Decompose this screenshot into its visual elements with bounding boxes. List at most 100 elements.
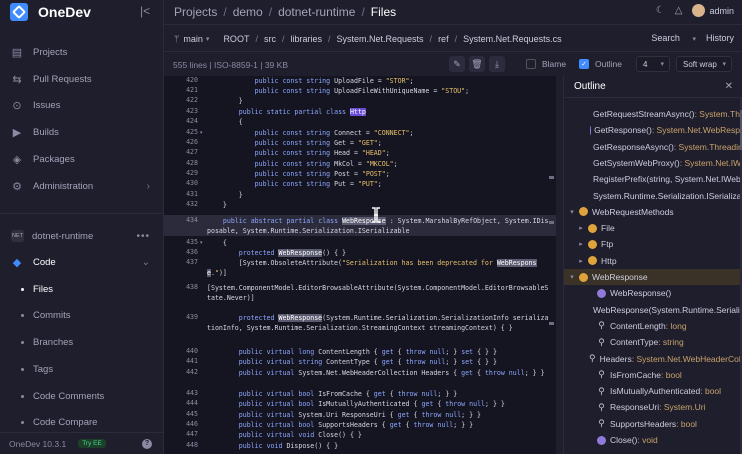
line-number[interactable]: 448 <box>164 441 198 449</box>
code-scrollbar[interactable] <box>548 76 556 454</box>
path-root[interactable]: ROOT <box>223 34 249 44</box>
line-number[interactable]: 425 <box>164 128 198 136</box>
line-number[interactable]: 423 <box>164 107 198 115</box>
twisty-icon[interactable]: ▸ <box>577 224 585 232</box>
line-number[interactable]: 446 <box>164 420 198 428</box>
line-number[interactable]: 429 <box>164 169 198 177</box>
line-number[interactable]: 426 <box>164 138 198 146</box>
sidebar-item-packages[interactable]: ◈ Packages <box>0 146 164 172</box>
sidebar-subitem-files[interactable]: Files <box>0 276 164 302</box>
line-number[interactable]: 431 <box>164 190 198 198</box>
fold-toggle-icon[interactable]: ▾ <box>200 240 203 246</box>
line-number[interactable]: 434 <box>164 216 198 224</box>
path-segment[interactable]: libraries <box>290 34 322 44</box>
blame-checkbox[interactable] <box>526 59 536 69</box>
outline-item[interactable]: ▾ WebResponse <box>564 269 740 285</box>
outline-item[interactable]: ▾ WebRequestMethods <box>564 204 740 220</box>
dark-mode-icon[interactable]: ☾ <box>656 5 665 16</box>
line-number[interactable]: 422 <box>164 96 198 104</box>
outline-item[interactable]: ⚲ Headers : System.Net.WebHeaderColl <box>564 351 740 367</box>
line-number[interactable]: 420 <box>164 76 198 84</box>
outline-item[interactable]: ⚲ IsFromCache : bool <box>564 367 740 383</box>
delete-icon[interactable]: 🗑 <box>469 56 485 72</box>
breadcrumb-projects[interactable]: Projects <box>174 5 217 19</box>
more-icon[interactable]: ••• <box>136 231 150 242</box>
code-viewer[interactable]: 420 public const string UploadFile = "ST… <box>164 76 556 454</box>
outline-item[interactable]: ▸ File <box>564 220 740 236</box>
sidebar-subitem-code-comments[interactable]: Code Comments <box>0 383 164 409</box>
outline-item[interactable]: Close() : void <box>564 432 740 448</box>
download-icon[interactable]: ⤓ <box>489 56 505 72</box>
sidebar-item-builds[interactable]: ▶ Builds <box>0 119 164 145</box>
line-number[interactable]: 436 <box>164 248 198 256</box>
sidebar-subitem-commits[interactable]: Commits <box>0 302 164 328</box>
line-number[interactable]: 438 <box>164 283 198 291</box>
twisty-icon[interactable]: ▸ <box>577 257 585 265</box>
sidebar-item-issues[interactable]: ⊙ Issues <box>0 92 164 118</box>
line-number[interactable]: 441 <box>164 357 198 365</box>
tab-size-select[interactable]: 4 ▾ <box>636 56 670 72</box>
twisty-icon[interactable]: ▸ <box>577 240 585 248</box>
sidebar-item-projects[interactable]: ▤ Projects <box>0 39 164 65</box>
line-number[interactable]: 444 <box>164 399 198 407</box>
path-segment[interactable]: System.Net.Requests <box>337 34 424 44</box>
sidebar-subitem-branches[interactable]: Branches <box>0 329 164 355</box>
help-icon[interactable]: ? <box>142 438 152 449</box>
breadcrumb-demo[interactable]: demo <box>233 5 263 19</box>
outline-item[interactable]: GetResponse() : System.Net.WebResp <box>564 122 740 138</box>
line-number[interactable]: 445 <box>164 410 198 418</box>
path-segment[interactable]: src <box>264 34 276 44</box>
twisty-icon[interactable]: ▾ <box>568 208 576 216</box>
line-number[interactable]: 440 <box>164 347 198 355</box>
outline-item[interactable]: ▸ Http <box>564 253 740 269</box>
history-button[interactable]: History <box>706 33 734 43</box>
outline-item[interactable]: ▸ Ftp <box>564 236 740 252</box>
line-number[interactable]: 432 <box>164 200 198 208</box>
sidebar-subitem-tags[interactable]: Tags <box>0 356 164 382</box>
outline-item[interactable]: ⚲ SupportsHeaders : bool <box>564 416 740 432</box>
search-button[interactable]: Search ▾ <box>641 33 696 43</box>
sidebar-project[interactable]: NET dotnet-runtime ••• <box>0 223 164 249</box>
brand[interactable]: OneDev <box>0 0 163 24</box>
line-number[interactable]: 428 <box>164 159 198 167</box>
line-number[interactable]: 447 <box>164 430 198 438</box>
outline-item[interactable]: GetRequestStreamAsync() : System.Threadi… <box>564 106 740 122</box>
brand-name: OneDev <box>38 4 91 20</box>
breadcrumb-project[interactable]: dotnet-runtime <box>278 5 355 19</box>
path-segment[interactable]: ref <box>438 34 449 44</box>
outline-item[interactable]: WebResponse(System.Runtime.Serialization… <box>564 302 740 318</box>
line-number[interactable]: 435 <box>164 238 198 246</box>
outline-item[interactable]: ⚲ ResponseUri : System.Uri <box>564 399 740 415</box>
collapse-sidebar-icon[interactable]: |< <box>140 4 152 18</box>
outline-item[interactable]: GetResponseAsync() : System.Threadin <box>564 139 740 155</box>
line-number[interactable]: 443 <box>164 389 198 397</box>
alert-icon[interactable]: △ <box>675 5 683 16</box>
wrap-select[interactable]: Soft wrap ▾ <box>676 56 732 72</box>
outline-checkbox[interactable]: ✓ <box>579 59 589 69</box>
close-icon[interactable]: ✕ <box>725 81 733 92</box>
outline-item[interactable]: WebResponse() <box>564 285 740 301</box>
outline-item[interactable]: ⚲ ContentLength : long <box>564 318 740 334</box>
twisty-icon[interactable]: ▾ <box>568 273 576 281</box>
outline-item[interactable]: GetSystemWebProxy() : System.Net.IW <box>564 155 740 171</box>
branch-selector[interactable]: main <box>183 34 203 44</box>
line-number[interactable]: 439 <box>164 313 198 321</box>
sidebar-item-administration[interactable]: ⚙ Administration › <box>0 173 164 199</box>
edit-icon[interactable]: ✎ <box>449 56 465 72</box>
line-number[interactable]: 437 <box>164 258 198 266</box>
line-number[interactable]: 424 <box>164 117 198 125</box>
outline-item[interactable]: System.Runtime.Serialization.ISerializab… <box>564 188 740 204</box>
user-name[interactable]: admin <box>709 6 734 16</box>
try-ee-badge[interactable]: Try EE <box>78 439 106 448</box>
line-number[interactable]: 421 <box>164 86 198 94</box>
outline-item[interactable]: RegisterPrefix(string, System.Net.IWebRe… <box>564 171 740 187</box>
outline-item[interactable]: ⚲ ContentType : string <box>564 334 740 350</box>
line-number[interactable]: 430 <box>164 179 198 187</box>
avatar[interactable] <box>692 4 706 17</box>
fold-toggle-icon[interactable]: ▾ <box>200 130 203 136</box>
line-number[interactable]: 442 <box>164 368 198 376</box>
sidebar-item-code[interactable]: ◆ Code ⌄ <box>0 249 164 275</box>
outline-item[interactable]: ⚲ IsMutuallyAuthenticated : bool <box>564 383 740 399</box>
line-number[interactable]: 427 <box>164 148 198 156</box>
sidebar-item-pull-requests[interactable]: ⇆ Pull Requests <box>0 66 164 92</box>
